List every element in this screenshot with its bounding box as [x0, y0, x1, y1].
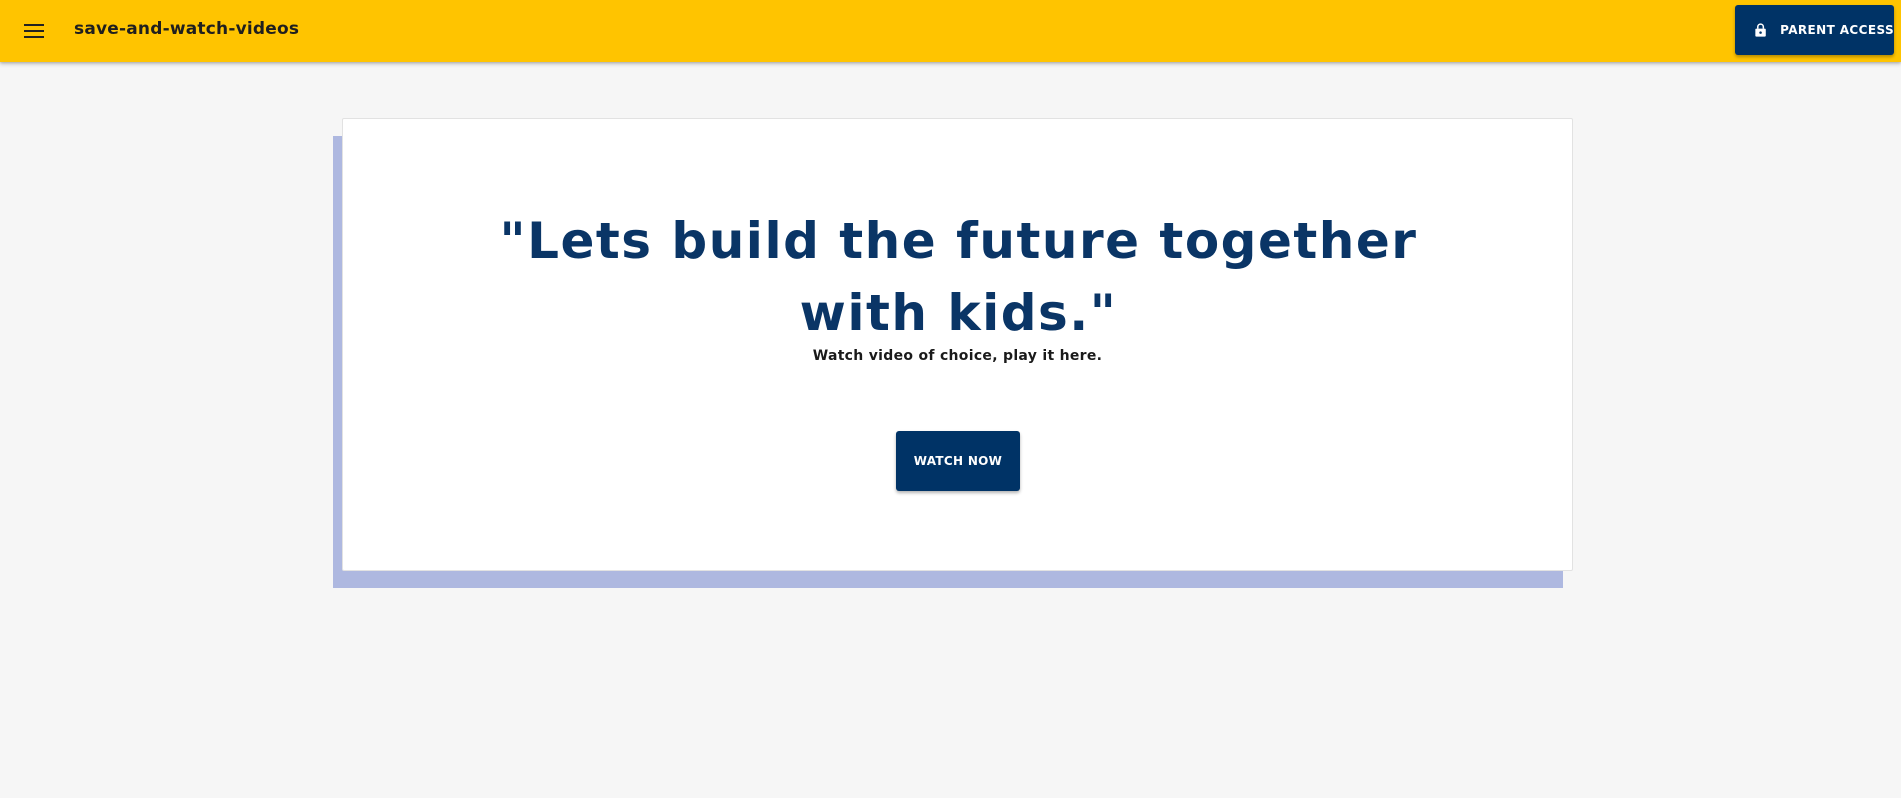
parent-access-label: PARENT ACCESS — [1780, 23, 1894, 37]
hero-subtitle: Watch video of choice, play it here. — [812, 348, 1103, 364]
menu-button[interactable] — [18, 16, 50, 46]
app-title: save-and-watch-videos — [74, 19, 300, 39]
top-app-bar: save-and-watch-videos PARENT ACCESS — [0, 0, 1901, 62]
watch-now-button[interactable]: WATCH NOW — [896, 431, 1020, 491]
hero-heading: "Lets build the future together with kid… — [499, 212, 1418, 342]
lock-icon — [1755, 23, 1766, 37]
hero-card: "Lets build the future together with kid… — [342, 118, 1573, 571]
parent-access-button[interactable]: PARENT ACCESS — [1735, 5, 1894, 55]
menu-icon — [24, 24, 44, 38]
